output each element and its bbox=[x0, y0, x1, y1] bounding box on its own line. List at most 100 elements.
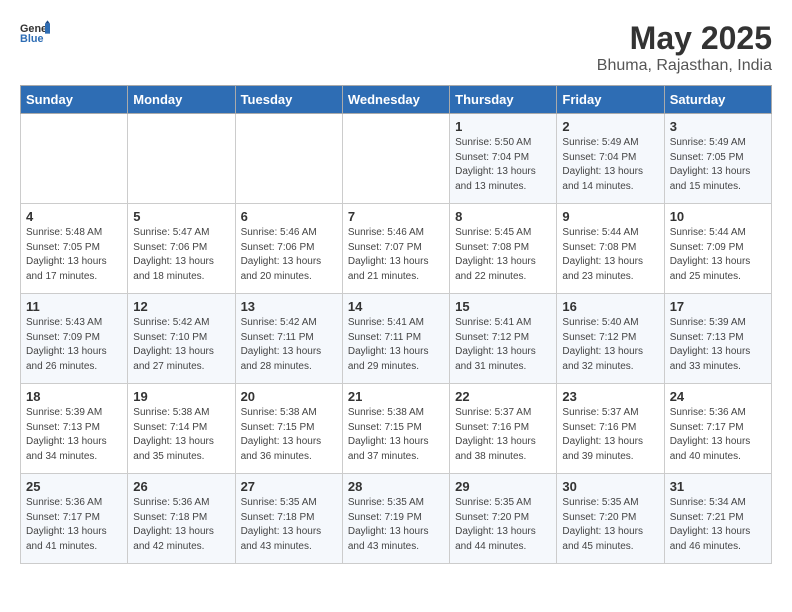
calendar-cell: 19 Sunrise: 5:38 AM Sunset: 7:14 PM Dayli… bbox=[128, 384, 235, 474]
calendar-cell bbox=[235, 114, 342, 204]
day-number: 31 bbox=[670, 479, 766, 494]
day-detail: Sunrise: 5:38 AM Sunset: 7:14 PM Dayligh… bbox=[133, 406, 229, 464]
calendar-cell: 4 Sunrise: 5:48 AM Sunset: 7:05 PM Daylig… bbox=[21, 204, 128, 294]
calendar-cell: 5 Sunrise: 5:47 AM Sunset: 7:06 PM Daylig… bbox=[128, 204, 235, 294]
day-detail: Sunrise: 5:38 AM Sunset: 7:15 PM Dayligh… bbox=[241, 406, 337, 464]
day-detail: Sunrise: 5:42 AM Sunset: 7:11 PM Dayligh… bbox=[241, 316, 337, 374]
day-detail: Sunrise: 5:40 AM Sunset: 7:12 PM Dayligh… bbox=[562, 316, 658, 374]
calendar-cell: 16Sunrise: 5:40 AM Sunset: 7:12 PM Dayli… bbox=[557, 294, 664, 384]
day-number: 6 bbox=[241, 209, 337, 224]
calendar-cell: 7 Sunrise: 5:46 AM Sunset: 7:07 PM Daylig… bbox=[342, 204, 449, 294]
day-detail: Sunrise: 5:44 AM Sunset: 7:09 PM Dayligh… bbox=[670, 226, 766, 284]
day-number: 12 bbox=[133, 299, 229, 314]
calendar-cell: 24Sunrise: 5:36 AM Sunset: 7:17 PM Dayli… bbox=[664, 384, 771, 474]
day-detail: Sunrise: 5:38 AM Sunset: 7:15 PM Dayligh… bbox=[348, 406, 444, 464]
day-number: 20 bbox=[241, 389, 337, 404]
day-number: 11 bbox=[26, 299, 122, 314]
weekday-header-tuesday: Tuesday bbox=[235, 86, 342, 114]
day-detail: Sunrise: 5:36 AM Sunset: 7:17 PM Dayligh… bbox=[670, 406, 766, 464]
calendar-cell: 12 Sunrise: 5:42 AM Sunset: 7:10 PM Dayli… bbox=[128, 294, 235, 384]
day-number: 14 bbox=[348, 299, 444, 314]
day-detail: Sunrise: 5:36 AM Sunset: 7:17 PM Dayligh… bbox=[26, 496, 122, 554]
calendar-cell: 13 Sunrise: 5:42 AM Sunset: 7:11 PM Dayli… bbox=[235, 294, 342, 384]
month-title: May 2025 bbox=[597, 20, 772, 57]
day-detail: Sunrise: 5:41 AM Sunset: 7:11 PM Dayligh… bbox=[348, 316, 444, 374]
day-detail: Sunrise: 5:45 AM Sunset: 7:08 PM Dayligh… bbox=[455, 226, 551, 284]
week-row-4: 18Sunrise: 5:39 AM Sunset: 7:13 PM Dayli… bbox=[21, 384, 772, 474]
weekday-header-saturday: Saturday bbox=[664, 86, 771, 114]
calendar-cell: 1 Sunrise: 5:50 AM Sunset: 7:04 PM Daylig… bbox=[450, 114, 557, 204]
day-number: 13 bbox=[241, 299, 337, 314]
day-number: 18 bbox=[26, 389, 122, 404]
day-number: 30 bbox=[562, 479, 658, 494]
calendar-cell: 31Sunrise: 5:34 AM Sunset: 7:21 PM Dayli… bbox=[664, 474, 771, 564]
day-number: 17 bbox=[670, 299, 766, 314]
calendar-cell: 17 Sunrise: 5:39 AM Sunset: 7:13 PM Dayli… bbox=[664, 294, 771, 384]
day-detail: Sunrise: 5:46 AM Sunset: 7:07 PM Dayligh… bbox=[348, 226, 444, 284]
calendar-cell: 30Sunrise: 5:35 AM Sunset: 7:20 PM Dayli… bbox=[557, 474, 664, 564]
calendar-table: SundayMondayTuesdayWednesdayThursdayFrid… bbox=[20, 85, 772, 564]
day-detail: Sunrise: 5:41 AM Sunset: 7:12 PM Dayligh… bbox=[455, 316, 551, 374]
calendar-cell: 14 Sunrise: 5:41 AM Sunset: 7:11 PM Dayli… bbox=[342, 294, 449, 384]
day-number: 15 bbox=[455, 299, 551, 314]
weekday-header-thursday: Thursday bbox=[450, 86, 557, 114]
day-number: 2 bbox=[562, 119, 658, 134]
calendar-cell: 22 Sunrise: 5:37 AM Sunset: 7:16 PM Dayli… bbox=[450, 384, 557, 474]
day-detail: Sunrise: 5:49 AM Sunset: 7:05 PM Dayligh… bbox=[670, 136, 766, 194]
day-detail: Sunrise: 5:37 AM Sunset: 7:16 PM Dayligh… bbox=[562, 406, 658, 464]
week-row-2: 4 Sunrise: 5:48 AM Sunset: 7:05 PM Daylig… bbox=[21, 204, 772, 294]
day-number: 5 bbox=[133, 209, 229, 224]
calendar-cell: 26Sunrise: 5:36 AM Sunset: 7:18 PM Dayli… bbox=[128, 474, 235, 564]
header: General Blue May 2025 Bhuma, Rajasthan, … bbox=[20, 20, 772, 75]
day-number: 1 bbox=[455, 119, 551, 134]
calendar-cell: 11 Sunrise: 5:43 AM Sunset: 7:09 PM Dayli… bbox=[21, 294, 128, 384]
day-number: 9 bbox=[562, 209, 658, 224]
weekday-header-friday: Friday bbox=[557, 86, 664, 114]
day-detail: Sunrise: 5:47 AM Sunset: 7:06 PM Dayligh… bbox=[133, 226, 229, 284]
day-detail: Sunrise: 5:39 AM Sunset: 7:13 PM Dayligh… bbox=[670, 316, 766, 374]
day-detail: Sunrise: 5:44 AM Sunset: 7:08 PM Dayligh… bbox=[562, 226, 658, 284]
calendar-cell: 15 Sunrise: 5:41 AM Sunset: 7:12 PM Dayli… bbox=[450, 294, 557, 384]
day-number: 25 bbox=[26, 479, 122, 494]
week-row-5: 25 Sunrise: 5:36 AM Sunset: 7:17 PM Dayli… bbox=[21, 474, 772, 564]
week-row-1: 1 Sunrise: 5:50 AM Sunset: 7:04 PM Daylig… bbox=[21, 114, 772, 204]
location-title: Bhuma, Rajasthan, India bbox=[597, 57, 772, 75]
day-number: 28 bbox=[348, 479, 444, 494]
calendar-cell: 27Sunrise: 5:35 AM Sunset: 7:18 PM Dayli… bbox=[235, 474, 342, 564]
calendar-cell bbox=[128, 114, 235, 204]
calendar-cell: 9 Sunrise: 5:44 AM Sunset: 7:08 PM Daylig… bbox=[557, 204, 664, 294]
calendar-cell: 20 Sunrise: 5:38 AM Sunset: 7:15 PM Dayli… bbox=[235, 384, 342, 474]
calendar-cell: 3 Sunrise: 5:49 AM Sunset: 7:05 PM Daylig… bbox=[664, 114, 771, 204]
day-number: 23 bbox=[562, 389, 658, 404]
day-number: 7 bbox=[348, 209, 444, 224]
calendar-cell bbox=[342, 114, 449, 204]
day-detail: Sunrise: 5:35 AM Sunset: 7:19 PM Dayligh… bbox=[348, 496, 444, 554]
day-number: 3 bbox=[670, 119, 766, 134]
weekday-header-wednesday: Wednesday bbox=[342, 86, 449, 114]
day-number: 21 bbox=[348, 389, 444, 404]
svg-text:Blue: Blue bbox=[20, 33, 43, 44]
day-detail: Sunrise: 5:42 AM Sunset: 7:10 PM Dayligh… bbox=[133, 316, 229, 374]
day-number: 29 bbox=[455, 479, 551, 494]
day-detail: Sunrise: 5:43 AM Sunset: 7:09 PM Dayligh… bbox=[26, 316, 122, 374]
day-number: 4 bbox=[26, 209, 122, 224]
day-number: 19 bbox=[133, 389, 229, 404]
day-number: 26 bbox=[133, 479, 229, 494]
day-number: 22 bbox=[455, 389, 551, 404]
calendar-cell: 29Sunrise: 5:35 AM Sunset: 7:20 PM Dayli… bbox=[450, 474, 557, 564]
day-number: 27 bbox=[241, 479, 337, 494]
calendar-cell: 25 Sunrise: 5:36 AM Sunset: 7:17 PM Dayli… bbox=[21, 474, 128, 564]
weekday-header-sunday: Sunday bbox=[21, 86, 128, 114]
day-number: 10 bbox=[670, 209, 766, 224]
day-detail: Sunrise: 5:50 AM Sunset: 7:04 PM Dayligh… bbox=[455, 136, 551, 194]
day-number: 8 bbox=[455, 209, 551, 224]
calendar-cell: 6 Sunrise: 5:46 AM Sunset: 7:06 PM Daylig… bbox=[235, 204, 342, 294]
weekday-header-monday: Monday bbox=[128, 86, 235, 114]
calendar-cell: 21 Sunrise: 5:38 AM Sunset: 7:15 PM Dayli… bbox=[342, 384, 449, 474]
calendar-cell: 28 Sunrise: 5:35 AM Sunset: 7:19 PM Dayli… bbox=[342, 474, 449, 564]
day-detail: Sunrise: 5:46 AM Sunset: 7:06 PM Dayligh… bbox=[241, 226, 337, 284]
title-area: May 2025 Bhuma, Rajasthan, India bbox=[597, 20, 772, 75]
calendar-cell: 8 Sunrise: 5:45 AM Sunset: 7:08 PM Daylig… bbox=[450, 204, 557, 294]
day-detail: Sunrise: 5:48 AM Sunset: 7:05 PM Dayligh… bbox=[26, 226, 122, 284]
day-detail: Sunrise: 5:37 AM Sunset: 7:16 PM Dayligh… bbox=[455, 406, 551, 464]
